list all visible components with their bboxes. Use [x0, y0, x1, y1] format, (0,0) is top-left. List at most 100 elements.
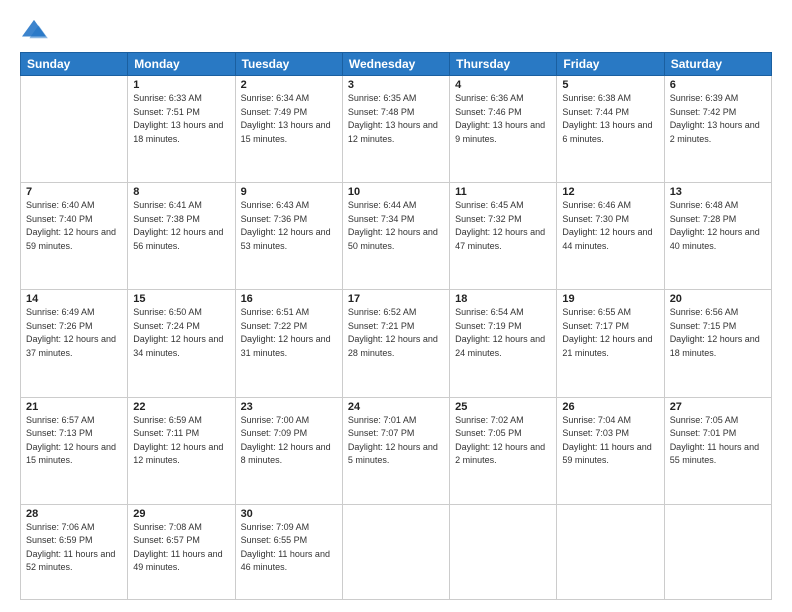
daylight-text: Daylight: 13 hours and 2 minutes. — [670, 120, 760, 144]
sunset-text: Sunset: 7:40 PM — [26, 214, 93, 224]
daylight-text: Daylight: 12 hours and 40 minutes. — [670, 227, 760, 251]
sunrise-text: Sunrise: 7:02 AM — [455, 415, 524, 425]
sunset-text: Sunset: 7:24 PM — [133, 321, 200, 331]
sunset-text: Sunset: 7:38 PM — [133, 214, 200, 224]
day-info: Sunrise: 6:55 AM Sunset: 7:17 PM Dayligh… — [562, 306, 658, 360]
sunset-text: Sunset: 7:46 PM — [455, 107, 522, 117]
day-number: 1 — [133, 79, 229, 91]
col-thursday: Thursday — [450, 53, 557, 76]
sunset-text: Sunset: 6:55 PM — [241, 535, 308, 545]
day-number: 7 — [26, 186, 122, 198]
sunrise-text: Sunrise: 6:56 AM — [670, 307, 739, 317]
day-number: 14 — [26, 293, 122, 305]
table-row: 28 Sunrise: 7:06 AM Sunset: 6:59 PM Dayl… — [21, 504, 128, 599]
day-info: Sunrise: 7:05 AM Sunset: 7:01 PM Dayligh… — [670, 414, 766, 468]
calendar-week-row: 7 Sunrise: 6:40 AM Sunset: 7:40 PM Dayli… — [21, 183, 772, 290]
table-row: 4 Sunrise: 6:36 AM Sunset: 7:46 PM Dayli… — [450, 76, 557, 183]
calendar-table: Sunday Monday Tuesday Wednesday Thursday… — [20, 52, 772, 600]
table-row: 11 Sunrise: 6:45 AM Sunset: 7:32 PM Dayl… — [450, 183, 557, 290]
table-row: 12 Sunrise: 6:46 AM Sunset: 7:30 PM Dayl… — [557, 183, 664, 290]
sunset-text: Sunset: 7:49 PM — [241, 107, 308, 117]
sunset-text: Sunset: 7:44 PM — [562, 107, 629, 117]
daylight-text: Daylight: 12 hours and 44 minutes. — [562, 227, 652, 251]
daylight-text: Daylight: 12 hours and 2 minutes. — [455, 442, 545, 466]
day-number: 19 — [562, 293, 658, 305]
col-sunday: Sunday — [21, 53, 128, 76]
sunrise-text: Sunrise: 6:54 AM — [455, 307, 524, 317]
sunset-text: Sunset: 7:11 PM — [133, 428, 199, 438]
daylight-text: Daylight: 11 hours and 55 minutes. — [670, 442, 759, 466]
page: Sunday Monday Tuesday Wednesday Thursday… — [0, 0, 792, 612]
day-info: Sunrise: 7:02 AM Sunset: 7:05 PM Dayligh… — [455, 414, 551, 468]
table-row: 22 Sunrise: 6:59 AM Sunset: 7:11 PM Dayl… — [128, 397, 235, 504]
table-row — [21, 76, 128, 183]
sunset-text: Sunset: 7:32 PM — [455, 214, 522, 224]
day-info: Sunrise: 7:08 AM Sunset: 6:57 PM Dayligh… — [133, 521, 229, 575]
daylight-text: Daylight: 12 hours and 34 minutes. — [133, 334, 223, 358]
daylight-text: Daylight: 12 hours and 8 minutes. — [241, 442, 331, 466]
table-row: 21 Sunrise: 6:57 AM Sunset: 7:13 PM Dayl… — [21, 397, 128, 504]
table-row: 9 Sunrise: 6:43 AM Sunset: 7:36 PM Dayli… — [235, 183, 342, 290]
daylight-text: Daylight: 12 hours and 47 minutes. — [455, 227, 545, 251]
day-info: Sunrise: 6:51 AM Sunset: 7:22 PM Dayligh… — [241, 306, 337, 360]
table-row: 24 Sunrise: 7:01 AM Sunset: 7:07 PM Dayl… — [342, 397, 449, 504]
table-row: 18 Sunrise: 6:54 AM Sunset: 7:19 PM Dayl… — [450, 290, 557, 397]
table-row: 23 Sunrise: 7:00 AM Sunset: 7:09 PM Dayl… — [235, 397, 342, 504]
table-row: 1 Sunrise: 6:33 AM Sunset: 7:51 PM Dayli… — [128, 76, 235, 183]
sunset-text: Sunset: 7:30 PM — [562, 214, 629, 224]
daylight-text: Daylight: 12 hours and 5 minutes. — [348, 442, 438, 466]
calendar-header-row: Sunday Monday Tuesday Wednesday Thursday… — [21, 53, 772, 76]
daylight-text: Daylight: 13 hours and 18 minutes. — [133, 120, 223, 144]
sunset-text: Sunset: 7:13 PM — [26, 428, 93, 438]
sunrise-text: Sunrise: 6:45 AM — [455, 200, 524, 210]
sunset-text: Sunset: 7:03 PM — [562, 428, 629, 438]
table-row — [450, 504, 557, 599]
day-number: 11 — [455, 186, 551, 198]
calendar-week-row: 14 Sunrise: 6:49 AM Sunset: 7:26 PM Dayl… — [21, 290, 772, 397]
daylight-text: Daylight: 11 hours and 59 minutes. — [562, 442, 651, 466]
day-number: 4 — [455, 79, 551, 91]
daylight-text: Daylight: 12 hours and 28 minutes. — [348, 334, 438, 358]
sunrise-text: Sunrise: 7:06 AM — [26, 522, 95, 532]
sunrise-text: Sunrise: 6:41 AM — [133, 200, 202, 210]
table-row: 27 Sunrise: 7:05 AM Sunset: 7:01 PM Dayl… — [664, 397, 771, 504]
day-info: Sunrise: 6:57 AM Sunset: 7:13 PM Dayligh… — [26, 414, 122, 468]
table-row: 30 Sunrise: 7:09 AM Sunset: 6:55 PM Dayl… — [235, 504, 342, 599]
logo — [20, 18, 52, 42]
sunset-text: Sunset: 7:22 PM — [241, 321, 308, 331]
day-info: Sunrise: 7:09 AM Sunset: 6:55 PM Dayligh… — [241, 521, 337, 575]
sunset-text: Sunset: 7:36 PM — [241, 214, 308, 224]
sunset-text: Sunset: 7:09 PM — [241, 428, 308, 438]
sunset-text: Sunset: 7:28 PM — [670, 214, 737, 224]
day-number: 3 — [348, 79, 444, 91]
day-number: 9 — [241, 186, 337, 198]
day-number: 13 — [670, 186, 766, 198]
sunrise-text: Sunrise: 6:57 AM — [26, 415, 95, 425]
daylight-text: Daylight: 12 hours and 59 minutes. — [26, 227, 116, 251]
day-number: 30 — [241, 508, 337, 520]
header — [20, 18, 772, 42]
sunrise-text: Sunrise: 6:51 AM — [241, 307, 310, 317]
logo-icon — [20, 18, 48, 42]
col-saturday: Saturday — [664, 53, 771, 76]
table-row: 5 Sunrise: 6:38 AM Sunset: 7:44 PM Dayli… — [557, 76, 664, 183]
day-number: 5 — [562, 79, 658, 91]
table-row: 16 Sunrise: 6:51 AM Sunset: 7:22 PM Dayl… — [235, 290, 342, 397]
table-row: 7 Sunrise: 6:40 AM Sunset: 7:40 PM Dayli… — [21, 183, 128, 290]
sunrise-text: Sunrise: 6:43 AM — [241, 200, 310, 210]
day-number: 17 — [348, 293, 444, 305]
day-number: 22 — [133, 401, 229, 413]
day-info: Sunrise: 7:04 AM Sunset: 7:03 PM Dayligh… — [562, 414, 658, 468]
sunrise-text: Sunrise: 7:00 AM — [241, 415, 310, 425]
day-info: Sunrise: 7:06 AM Sunset: 6:59 PM Dayligh… — [26, 521, 122, 575]
day-info: Sunrise: 6:40 AM Sunset: 7:40 PM Dayligh… — [26, 199, 122, 253]
table-row: 29 Sunrise: 7:08 AM Sunset: 6:57 PM Dayl… — [128, 504, 235, 599]
sunset-text: Sunset: 7:05 PM — [455, 428, 522, 438]
table-row: 25 Sunrise: 7:02 AM Sunset: 7:05 PM Dayl… — [450, 397, 557, 504]
day-info: Sunrise: 6:33 AM Sunset: 7:51 PM Dayligh… — [133, 92, 229, 146]
sunrise-text: Sunrise: 7:08 AM — [133, 522, 202, 532]
daylight-text: Daylight: 12 hours and 15 minutes. — [26, 442, 116, 466]
day-number: 16 — [241, 293, 337, 305]
day-info: Sunrise: 6:49 AM Sunset: 7:26 PM Dayligh… — [26, 306, 122, 360]
sunrise-text: Sunrise: 6:39 AM — [670, 93, 739, 103]
